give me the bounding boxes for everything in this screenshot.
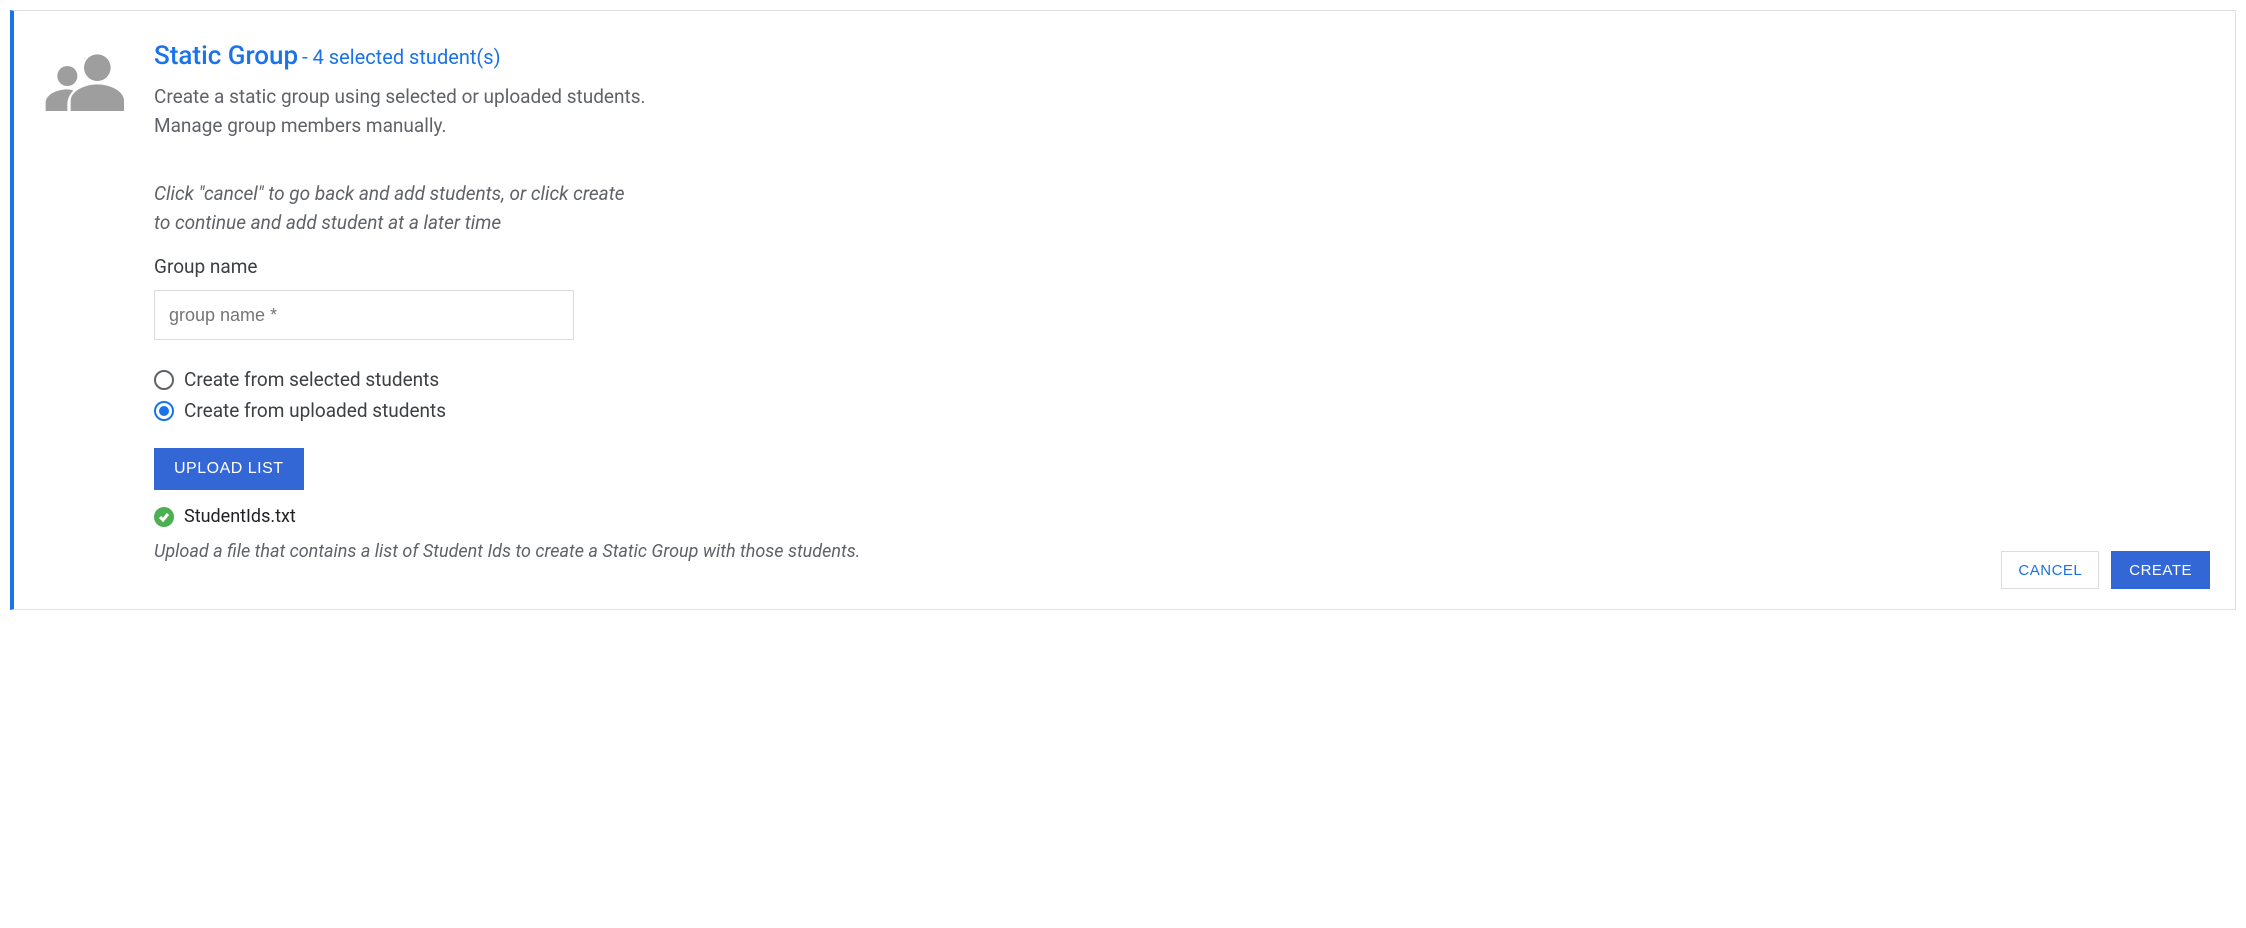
create-mode-radio-group: Create from selected students Create fro… xyxy=(154,368,2205,422)
group-name-label: Group name xyxy=(154,255,2205,278)
panel-description: Create a static group using selected or … xyxy=(154,83,714,140)
panel-title-suffix: - 4 selected student(s) xyxy=(302,45,500,69)
radio-label: Create from selected students xyxy=(184,368,439,391)
create-button[interactable]: CREATE xyxy=(2111,551,2210,589)
upload-hint: Upload a file that contains a list of St… xyxy=(154,541,2205,562)
content-column: Static Group - 4 selected student(s) Cre… xyxy=(154,41,2205,589)
icon-column xyxy=(44,41,124,589)
uploaded-file-row: StudentIds.txt xyxy=(154,506,2205,527)
title-line: Static Group - 4 selected student(s) xyxy=(154,41,2205,71)
uploaded-file-name: StudentIds.txt xyxy=(184,506,296,527)
group-name-input[interactable] xyxy=(154,290,574,340)
radio-icon xyxy=(154,370,174,390)
cancel-button[interactable]: CANCEL xyxy=(2001,551,2099,589)
panel-title: Static Group xyxy=(154,41,298,71)
check-circle-icon xyxy=(154,507,174,527)
radio-create-from-uploaded[interactable]: Create from uploaded students xyxy=(154,399,2205,422)
people-icon xyxy=(44,51,124,115)
static-group-panel: Static Group - 4 selected student(s) Cre… xyxy=(10,10,2236,610)
radio-label: Create from uploaded students xyxy=(184,399,446,422)
radio-create-from-selected[interactable]: Create from selected students xyxy=(154,368,2205,391)
radio-icon xyxy=(154,401,174,421)
form-hint: Click "cancel" to go back and add studen… xyxy=(154,180,634,237)
footer-buttons: CANCEL CREATE xyxy=(2001,551,2210,589)
upload-list-button[interactable]: UPLOAD LIST xyxy=(154,448,304,490)
